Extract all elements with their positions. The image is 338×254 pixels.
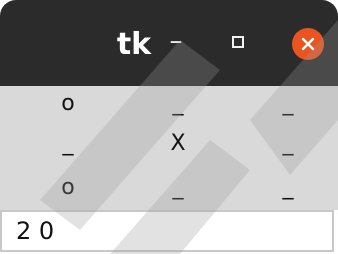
board-cell-1-2[interactable]: _ bbox=[268, 128, 308, 160]
board-cell-0-2[interactable]: _ bbox=[268, 88, 308, 120]
board-cell-2-0[interactable]: o bbox=[48, 172, 88, 204]
board-cell-2-2[interactable]: _ bbox=[268, 172, 308, 204]
close-icon bbox=[301, 37, 315, 51]
board-cell-2-1[interactable]: _ bbox=[158, 172, 198, 204]
move-entry-field[interactable] bbox=[0, 210, 334, 252]
title-bar: tk – bbox=[0, 0, 338, 86]
board-cell-0-1[interactable]: _ bbox=[158, 88, 198, 120]
board-cell-1-1[interactable]: X bbox=[158, 128, 198, 160]
maximize-button[interactable] bbox=[232, 36, 244, 48]
window-title: tk bbox=[116, 27, 152, 62]
board-cell-0-0[interactable]: o bbox=[48, 88, 88, 120]
minimize-button[interactable]: – bbox=[164, 28, 188, 54]
close-button[interactable] bbox=[292, 28, 324, 60]
game-board: o _ _ _ X _ o _ _ bbox=[0, 86, 338, 210]
board-cell-1-0[interactable]: _ bbox=[48, 128, 88, 160]
